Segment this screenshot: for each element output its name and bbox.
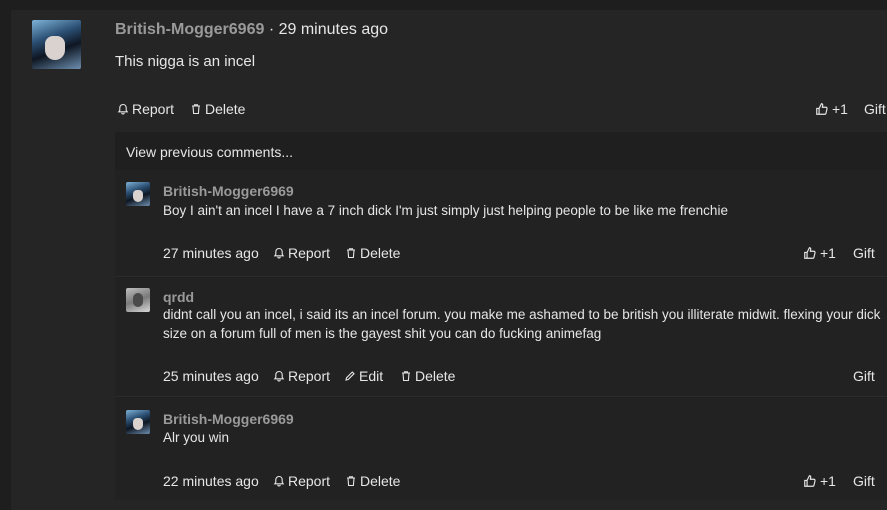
post-author[interactable]: British-Mogger6969 xyxy=(115,21,264,38)
delete-button[interactable]: Delete xyxy=(345,473,400,489)
edit-button[interactable]: Edit xyxy=(344,368,383,384)
comment-author[interactable]: British-Mogger6969 xyxy=(163,183,294,199)
report-button[interactable]: Report xyxy=(273,473,330,489)
comment-text: Alr you win xyxy=(163,430,230,445)
report-button[interactable]: Report xyxy=(273,245,330,261)
trash-icon xyxy=(402,371,410,382)
post-text: This nigga is an incel xyxy=(115,53,256,70)
delete-label: Delete xyxy=(205,101,246,117)
comment-1: British-Mogger6969 Boy I ain't an incel … xyxy=(115,170,887,276)
author-avatar[interactable] xyxy=(32,20,81,69)
pencil-icon xyxy=(345,371,355,381)
comment-divider xyxy=(115,396,887,397)
plus-one-button[interactable]: +1 xyxy=(803,473,836,489)
report-label: Report xyxy=(288,245,331,261)
report-label: Report xyxy=(288,368,331,384)
comment-text-line-1: didnt call you an incel, i said its an i… xyxy=(163,307,881,322)
comment-avatar[interactable] xyxy=(126,288,150,312)
comment-time: 25 minutes ago xyxy=(163,368,259,384)
report-button[interactable]: Report xyxy=(273,368,330,384)
comment-3: British-Mogger6969 Alr you win 22 minute… xyxy=(115,398,887,500)
comment-author[interactable]: qrdd xyxy=(163,289,194,305)
comment-thread: View previous comments... British-Mogger… xyxy=(115,132,887,500)
thumbs-up-icon xyxy=(804,247,816,259)
trash-icon xyxy=(347,476,355,487)
delete-label: Delete xyxy=(415,368,456,384)
delete-button[interactable]: Delete xyxy=(345,245,400,261)
bell-icon xyxy=(273,475,285,487)
gift-button[interactable]: Gift xyxy=(853,473,875,489)
gift-label: Gift xyxy=(853,368,875,384)
comment-divider xyxy=(115,276,887,277)
comment-2: qrdd didnt call you an incel, i said its… xyxy=(115,278,887,396)
comment-author[interactable]: British-Mogger6969 xyxy=(163,411,294,427)
plus-one-button[interactable]: +1 xyxy=(803,245,836,261)
gift-label: Gift xyxy=(853,473,875,489)
post-header: British-Mogger6969 · 29 minutes ago xyxy=(115,21,388,39)
thumbs-up-icon xyxy=(816,103,828,115)
delete-button[interactable]: Delete xyxy=(400,368,455,384)
plus-one-label: +1 xyxy=(820,245,836,261)
trash-icon xyxy=(347,248,355,259)
report-label: Report xyxy=(288,473,331,489)
edit-label: Edit xyxy=(359,368,384,384)
comment-text-line-2: size on a forum full of men is the gayes… xyxy=(163,326,602,341)
report-button[interactable]: Report xyxy=(117,101,174,117)
gift-label: Gift xyxy=(864,101,886,117)
thumbs-up-icon xyxy=(804,475,816,487)
bell-icon xyxy=(273,247,285,259)
comment-time: 27 minutes ago xyxy=(163,245,259,261)
post-time: 29 minutes ago xyxy=(278,21,389,38)
plus-one-label: +1 xyxy=(820,473,836,489)
report-label: Report xyxy=(132,101,175,117)
gift-button[interactable]: Gift xyxy=(853,368,875,384)
gift-label: Gift xyxy=(853,245,875,261)
plus-one-button[interactable]: +1 xyxy=(815,101,848,117)
delete-button[interactable]: Delete xyxy=(190,101,245,117)
plus-one-label: +1 xyxy=(832,101,848,117)
comment-time: 22 minutes ago xyxy=(163,473,259,489)
comment-text: Boy I ain't an incel I have a 7 inch dic… xyxy=(163,203,728,218)
comment-avatar[interactable] xyxy=(126,410,150,434)
gift-button[interactable]: Gift xyxy=(864,101,886,117)
bell-icon xyxy=(273,370,285,382)
delete-label: Delete xyxy=(360,473,401,489)
trash-icon xyxy=(192,104,200,115)
delete-label: Delete xyxy=(360,245,401,261)
gift-button[interactable]: Gift xyxy=(853,245,875,261)
view-previous-link[interactable]: View previous comments... xyxy=(126,144,293,160)
bell-icon xyxy=(117,103,129,115)
comment-avatar[interactable] xyxy=(126,182,150,206)
post-separator: · xyxy=(268,21,275,38)
